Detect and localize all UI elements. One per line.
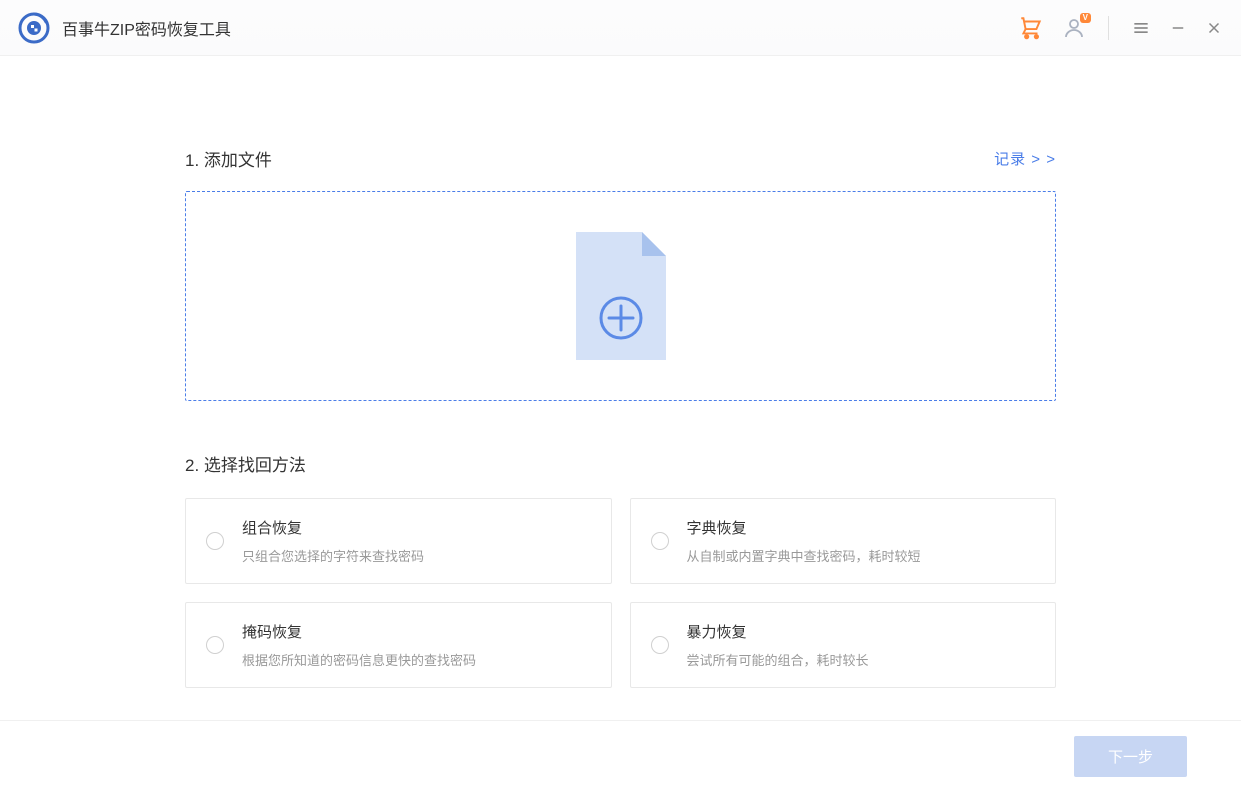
titlebar-left: 百事牛ZIP密码恢复工具 (18, 12, 231, 44)
method-combination[interactable]: 组合恢复 只组合您选择的字符来查找密码 (185, 498, 612, 584)
minimize-icon[interactable] (1169, 19, 1187, 37)
app-title: 百事牛ZIP密码恢复工具 (62, 16, 231, 40)
radio-icon (206, 532, 224, 550)
account-icon[interactable]: V (1062, 16, 1086, 40)
method-desc: 根据您所知道的密码信息更快的查找密码 (242, 650, 476, 669)
method-text: 暴力恢复 尝试所有可能的组合，耗时较长 (687, 621, 869, 669)
footer: 下一步 (0, 720, 1241, 792)
method-text: 组合恢复 只组合您选择的字符来查找密码 (242, 517, 424, 565)
radio-icon (651, 636, 669, 654)
section1-header: 1. 添加文件 记录 > > (185, 146, 1056, 171)
titlebar-separator (1108, 16, 1109, 40)
next-button[interactable]: 下一步 (1074, 736, 1187, 777)
records-link[interactable]: 记录 > > (994, 148, 1056, 169)
titlebar-right: V (1018, 15, 1223, 41)
method-desc: 从自制或内置字典中查找密码，耗时较短 (687, 546, 921, 565)
add-file-icon (576, 232, 666, 360)
method-title: 字典恢复 (687, 517, 921, 538)
method-desc: 尝试所有可能的组合，耗时较长 (687, 650, 869, 669)
method-title: 掩码恢复 (242, 621, 476, 642)
method-title: 组合恢复 (242, 517, 424, 538)
account-badge: V (1080, 13, 1091, 23)
radio-icon (206, 636, 224, 654)
close-icon[interactable] (1205, 19, 1223, 37)
method-title: 暴力恢复 (687, 621, 869, 642)
titlebar: 百事牛ZIP密码恢复工具 V (0, 0, 1241, 56)
cart-icon[interactable] (1018, 15, 1044, 41)
section2-title: 2. 选择找回方法 (185, 451, 1056, 476)
method-bruteforce[interactable]: 暴力恢复 尝试所有可能的组合，耗时较长 (630, 602, 1057, 688)
method-desc: 只组合您选择的字符来查找密码 (242, 546, 424, 565)
menu-icon[interactable] (1131, 18, 1151, 38)
file-drop-zone[interactable] (185, 191, 1056, 401)
method-dictionary[interactable]: 字典恢复 从自制或内置字典中查找密码，耗时较短 (630, 498, 1057, 584)
main-content: 1. 添加文件 记录 > > 2. 选择找回方法 组合恢复 只组合您选择的字符来… (0, 56, 1241, 688)
method-text: 字典恢复 从自制或内置字典中查找密码，耗时较短 (687, 517, 921, 565)
app-logo-icon (18, 12, 50, 44)
methods-grid: 组合恢复 只组合您选择的字符来查找密码 字典恢复 从自制或内置字典中查找密码，耗… (185, 498, 1056, 688)
section1-title: 1. 添加文件 (185, 146, 272, 171)
method-mask[interactable]: 掩码恢复 根据您所知道的密码信息更快的查找密码 (185, 602, 612, 688)
method-text: 掩码恢复 根据您所知道的密码信息更快的查找密码 (242, 621, 476, 669)
radio-icon (651, 532, 669, 550)
